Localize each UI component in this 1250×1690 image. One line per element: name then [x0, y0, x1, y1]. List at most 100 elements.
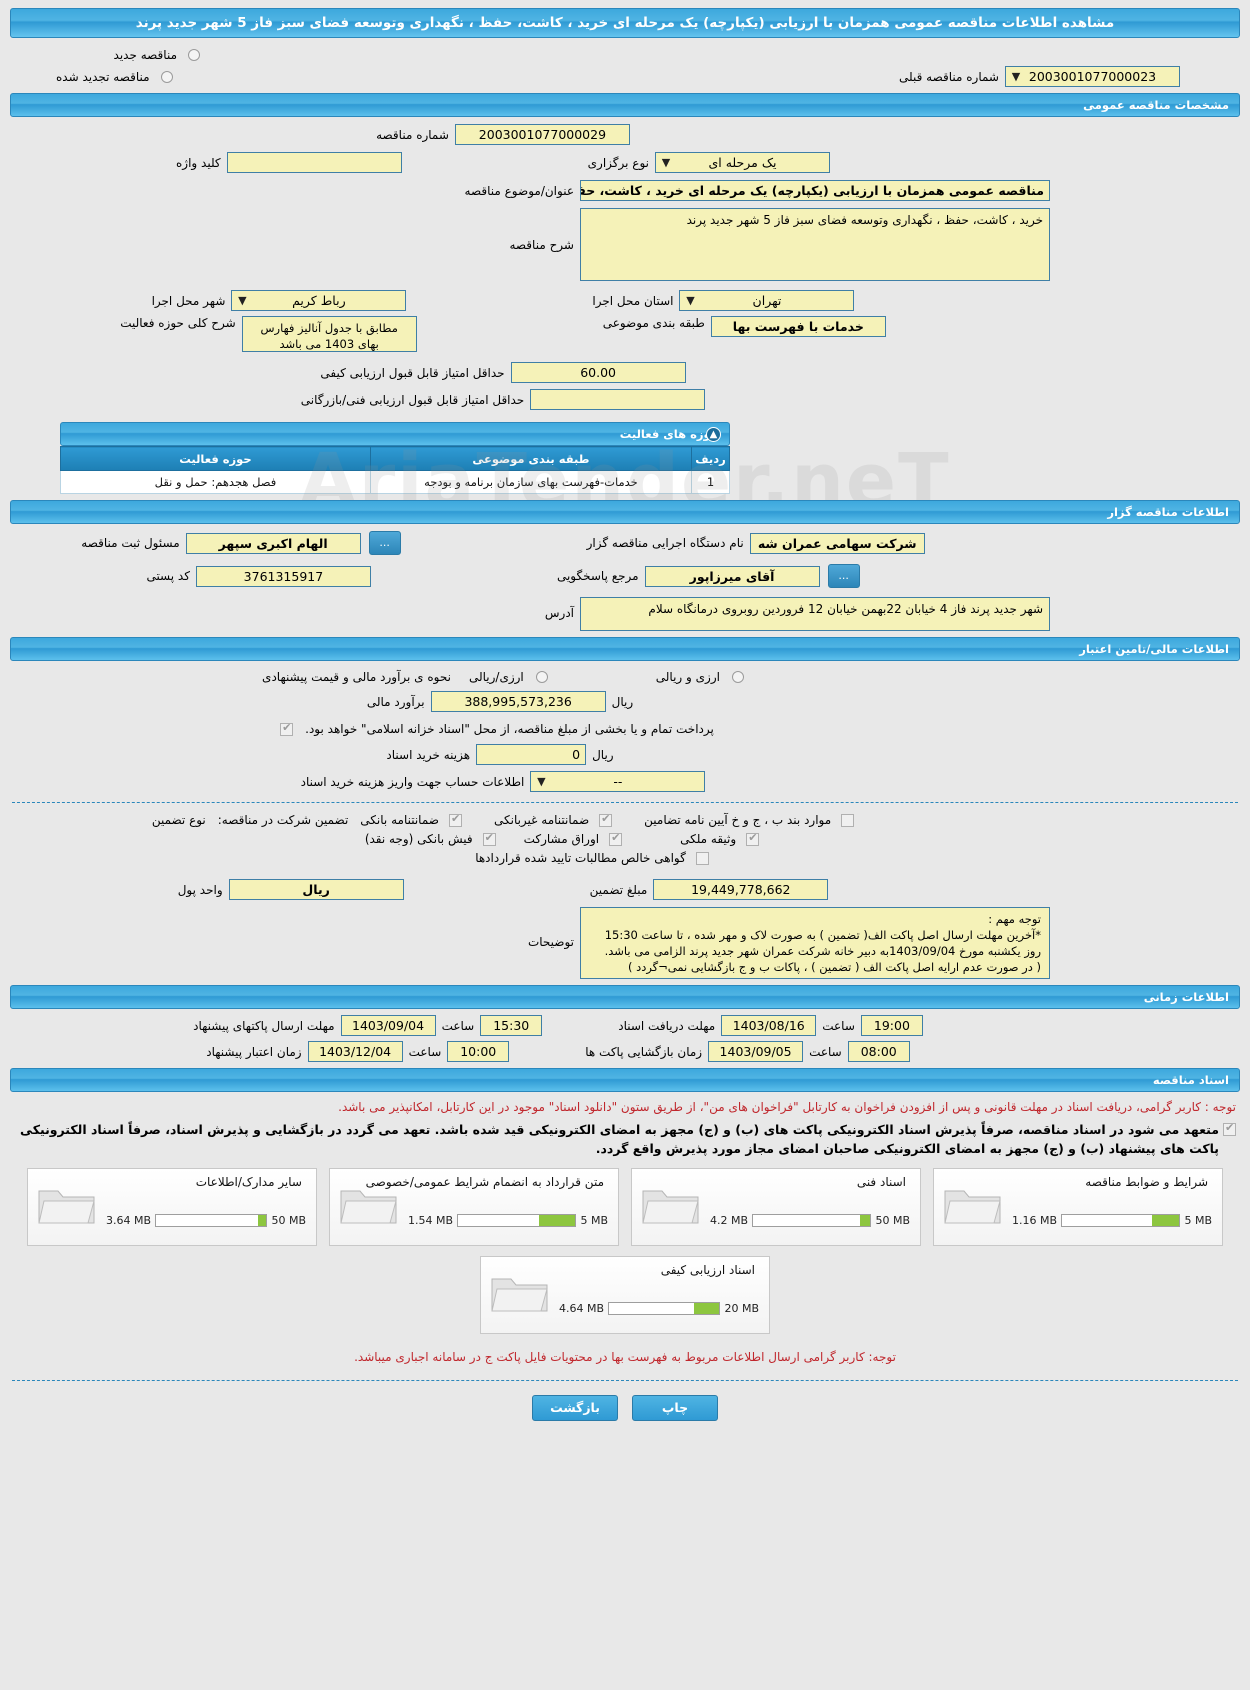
column-classification: طبقه بندی موضوعی: [369, 446, 693, 471]
radio-rial-label: ارزی/ریالی: [468, 670, 524, 684]
submission-deadline-time[interactable]: 15:30: [480, 1015, 543, 1036]
cell-classification: خدمات-فهرست بهای سازمان برنامه و بودجه: [369, 470, 693, 494]
tender-number-field[interactable]: 2003001077000029: [454, 124, 630, 145]
guarantee-type-label: نوع تضمین: [151, 813, 206, 827]
column-index: ردیف: [691, 446, 730, 471]
radio-rial[interactable]: [535, 671, 548, 683]
table-header-row: ردیف طبقه بندی موضوعی حوزه فعالیت: [60, 446, 730, 471]
radio-currency-and-rial[interactable]: [731, 671, 744, 683]
classification-field[interactable]: خدمات با فهرست بها: [710, 316, 886, 337]
folder-icon: [944, 1190, 1001, 1224]
guarantee-option-3-checkbox[interactable]: [841, 813, 855, 827]
chevron-down-icon: ▼: [537, 775, 546, 788]
guarantee-option-3-label: موارد بند ب ، ج و خ آیین نامه تضامین: [644, 813, 832, 827]
document-card[interactable]: اسناد ارزیابی کیفی 20 MB 4.64 MB: [480, 1256, 770, 1334]
guarantee-unit-field[interactable]: ریال: [228, 879, 404, 900]
tender-description-textarea[interactable]: خرید ، کاشت، حفظ ، نگهداری وتوسعه فضای س…: [580, 208, 1050, 281]
document-card-size: 3.64 MB: [106, 1214, 152, 1227]
account-select[interactable]: -- ▼: [530, 771, 706, 792]
guarantee-option-5-label: اوراق مشارکت: [523, 832, 600, 846]
guarantee-option-5-checkbox[interactable]: [609, 831, 623, 846]
previous-tender-number-label: شماره مناقصه قبلی: [899, 69, 999, 84]
radio-new-tender[interactable]: [188, 49, 200, 61]
section-activity-areas: حوزه های فعالیت ▲: [60, 422, 730, 446]
min-quality-score-field[interactable]: 60.00: [510, 362, 686, 383]
activity-scope-label: شرح کلی حوزه فعالیت: [120, 316, 236, 330]
submission-deadline-date[interactable]: 1403/09/04: [340, 1015, 436, 1036]
process-type-value: یک مرحله ای: [708, 155, 777, 170]
address-label: آدرس: [544, 606, 574, 620]
guarantee-option-6-checkbox[interactable]: [746, 831, 760, 846]
province-select[interactable]: تهران ▼: [679, 290, 855, 311]
min-quality-score-label: حداقل امتیاز قابل قبول ارزیابی کیفی: [320, 365, 505, 380]
radio-renewed-tender[interactable]: [160, 70, 173, 83]
cell-scope: فصل هجدهم: حمل و نقل: [60, 470, 371, 494]
chevron-down-icon: ▼: [238, 294, 247, 307]
section-finance: اطلاعات مالی/تامین اعتبار: [10, 637, 1240, 661]
tender-subject-field[interactable]: مناقصه عمومی همزمان با ارزیابی (یکپارچه)…: [580, 180, 1050, 201]
guarantee-notes-textarea[interactable]: توجه مهم : *آخرین مهلت ارسال اصل پاکت ال…: [580, 907, 1050, 979]
city-select[interactable]: رباط کریم ▼: [231, 290, 407, 311]
page-title: مشاهده اطلاعات مناقصه عمومی همزمان با ار…: [10, 8, 1240, 38]
guarantee-option-2-checkbox[interactable]: [599, 812, 613, 827]
guarantee-participation-label: تضمین شرکت در مناقصه:: [217, 813, 349, 827]
registrar-more-button[interactable]: ...: [368, 531, 401, 555]
activity-scope-field[interactable]: مطابق با جدول آنالیز فهارس بهای 1403 می …: [241, 316, 417, 352]
guarantee-option-4-checkbox[interactable]: [482, 831, 496, 846]
documents-note-black: متعهد می شود در اسناد مناقصه، صرفاً پذیر…: [20, 1122, 1219, 1156]
keyword-input[interactable]: [226, 152, 402, 173]
document-card-max: 50 MB: [875, 1214, 910, 1227]
registrar-field[interactable]: الهام اکبری سپهر: [185, 532, 361, 554]
guarantee-option-7-checkbox[interactable]: [695, 851, 709, 865]
doc-cost-field[interactable]: 0: [476, 744, 587, 765]
guarantee-option-1-checkbox[interactable]: [448, 812, 462, 827]
section-timing: اطلاعات زمانی: [10, 985, 1240, 1009]
section-documents: اسناد مناقصه: [10, 1068, 1240, 1092]
estimate-amount-field[interactable]: 388,995,573,236: [430, 691, 606, 712]
postal-code-label: کد پستی: [146, 569, 190, 583]
previous-tender-number-select[interactable]: 2003001077000023 ▼: [1005, 66, 1180, 87]
contact-field[interactable]: آقای میرزاپور: [644, 565, 820, 587]
contact-more-button[interactable]: ...: [827, 564, 860, 588]
doc-cost-label: هزینه خرید اسناد: [386, 747, 471, 762]
document-card[interactable]: سایر مدارک/اطلاعات 50 MB 3.64 MB: [27, 1168, 317, 1246]
table-row[interactable]: 1 خدمات-فهرست بهای سازمان برنامه و بودجه…: [60, 470, 730, 494]
document-card-meter: [457, 1214, 577, 1227]
executive-org-field[interactable]: شرکت سهامی عمران شه: [749, 532, 925, 554]
documents-cards: شرایط و ضوابط مناقصه 5 MB 1.16 MB اسناد …: [0, 1168, 1250, 1334]
validity-time[interactable]: 10:00: [447, 1041, 510, 1062]
opening-date[interactable]: 1403/09/05: [708, 1041, 804, 1062]
document-card-max: 5 MB: [580, 1214, 608, 1227]
validity-label: زمان اعتبار پیشنهاد: [206, 1044, 302, 1059]
doc-cost-currency-unit: ریال: [592, 747, 614, 762]
documents-note-red: توجه : کاربر گرامی، دریافت اسناد در مهلت…: [338, 1100, 1236, 1114]
min-technical-score-field[interactable]: [530, 389, 706, 410]
documents-commitment-checkbox[interactable]: [1223, 1121, 1236, 1136]
folder-icon: [340, 1190, 397, 1224]
back-button[interactable]: بازگشت: [532, 1395, 618, 1421]
process-type-select[interactable]: یک مرحله ای ▼: [655, 152, 830, 173]
guarantee-amount-label: مبلغ تضمین: [589, 882, 648, 897]
document-card-meter: [1061, 1214, 1181, 1227]
radio-currency-and-rial-label: ارزی و ریالی: [655, 670, 720, 684]
address-textarea[interactable]: شهر جدید پرند فاز 4 خیابان 22بهمن خیابان…: [580, 597, 1050, 631]
validity-date[interactable]: 1403/12/04: [307, 1041, 403, 1062]
min-technical-score-label: حداقل امتیاز قابل قبول ارزیابی فنی/بازرگ…: [300, 392, 525, 407]
city-value: رباط کریم: [292, 293, 346, 308]
opening-time[interactable]: 08:00: [847, 1041, 910, 1062]
document-card[interactable]: متن قرارداد به انضمام شرایط عمومی/خصوصی …: [329, 1168, 619, 1246]
section-authority: اطلاعات مناقصه گزار: [10, 500, 1240, 524]
treasury-checkbox[interactable]: [280, 721, 294, 736]
receipt-deadline-date[interactable]: 1403/08/16: [721, 1015, 817, 1036]
guarantee-amount-field[interactable]: 19,449,778,662: [653, 879, 829, 900]
collapse-icon[interactable]: ▲: [706, 427, 721, 442]
document-card-size: 1.16 MB: [1012, 1214, 1058, 1227]
document-card[interactable]: شرایط و ضوابط مناقصه 5 MB 1.16 MB: [933, 1168, 1223, 1246]
receipt-deadline-time[interactable]: 19:00: [860, 1015, 923, 1036]
postal-code-field[interactable]: 3761315917: [195, 565, 371, 587]
document-card[interactable]: اسناد فنی 50 MB 4.2 MB: [631, 1168, 921, 1246]
classification-label: طبقه بندی موضوعی: [602, 316, 705, 330]
guarantee-option-6-label: وثیقه ملکی: [680, 832, 737, 846]
radio-new-tender-label: مناقصه جدید: [113, 48, 177, 62]
print-button[interactable]: چاپ: [632, 1395, 718, 1421]
